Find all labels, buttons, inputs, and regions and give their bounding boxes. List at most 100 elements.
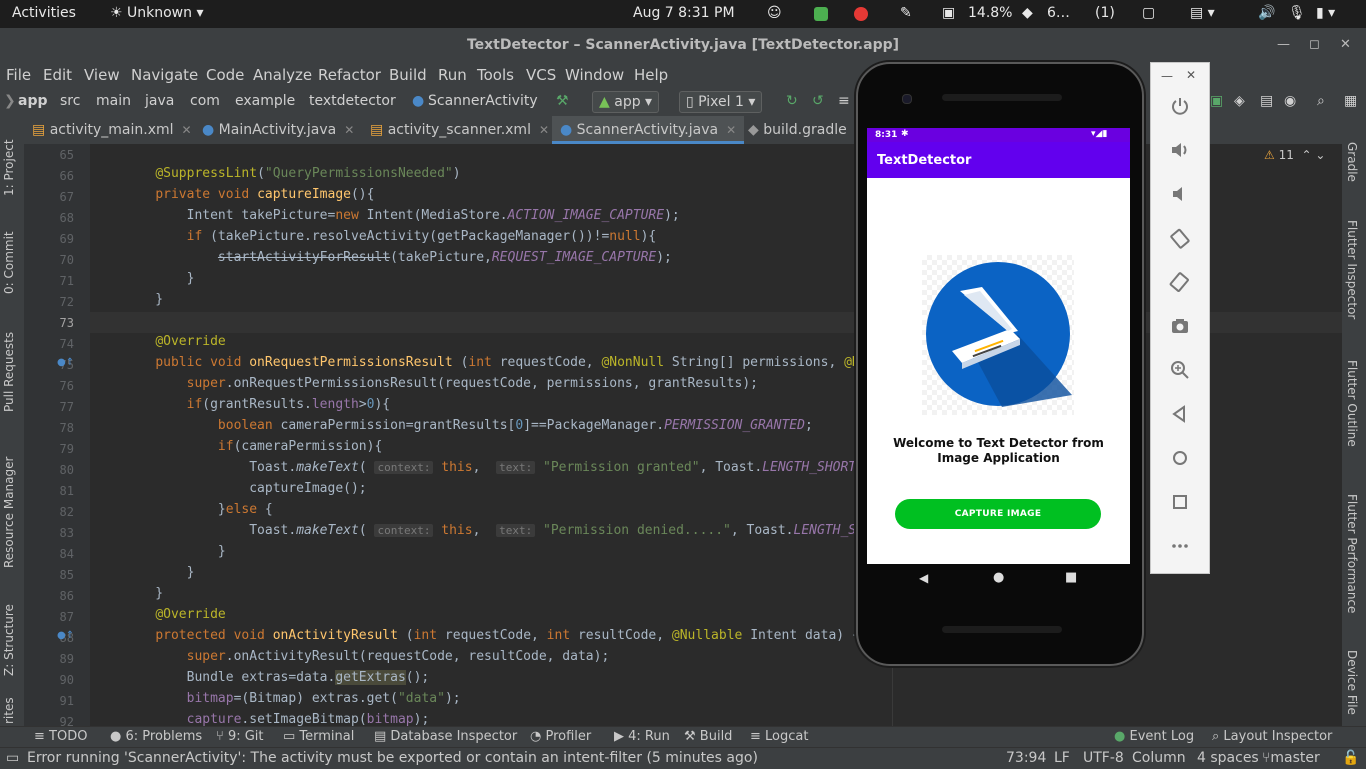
apply-code-icon[interactable]: ↺ — [812, 93, 824, 109]
todo-tool[interactable]: ≡ TODO — [34, 729, 87, 744]
avd-icon[interactable]: ▤ — [1260, 93, 1273, 109]
favorites-tool[interactable]: rites — [2, 694, 22, 724]
maximize-icon[interactable]: ◻ — [1309, 37, 1320, 52]
clock[interactable]: Aug 7 8:31 PM — [633, 5, 735, 21]
menu-code[interactable]: Code — [206, 66, 244, 84]
menu-view[interactable]: View — [84, 66, 120, 84]
check-icon[interactable] — [814, 7, 828, 21]
camera-icon[interactable] — [1169, 315, 1191, 337]
terminal-tool[interactable]: ▭ Terminal — [283, 729, 354, 744]
breadcrumb-main[interactable]: main — [96, 93, 131, 109]
device-screen[interactable]: 8:31 ✱ ▾◢▮ TextDetector Welcome to Text … — [867, 128, 1130, 564]
breadcrumb-textdetector[interactable]: textdetector — [309, 93, 396, 109]
back-icon[interactable] — [1169, 403, 1191, 425]
menu-analyze[interactable]: Analyze — [253, 66, 312, 84]
breadcrumb-com[interactable]: com — [190, 93, 220, 109]
profiler-tool[interactable]: ◔ Profiler — [530, 729, 591, 744]
tab-activity-main[interactable]: ▤ activity_main.xml ✕ — [32, 116, 192, 144]
problems-tool[interactable]: ● 6: Problems — [110, 729, 202, 744]
notification-count[interactable]: (1) — [1095, 5, 1115, 21]
volume-up-icon[interactable] — [1169, 139, 1191, 161]
gradle-tool[interactable]: Gradle — [1345, 142, 1359, 192]
status-icon[interactable]: ▭ — [6, 750, 19, 766]
menu-run[interactable]: Run — [438, 66, 467, 84]
close-icon[interactable]: ✕ — [1340, 37, 1351, 52]
device-file-tool[interactable]: Device File — [1345, 650, 1359, 726]
breadcrumb-example[interactable]: example — [235, 93, 295, 109]
mic-icon[interactable]: 🎙 — [1288, 5, 1306, 21]
resource-manager-tool[interactable]: Resource Manager — [2, 438, 22, 568]
stop-icon[interactable] — [854, 7, 868, 21]
volume-icon[interactable]: 🔊 — [1258, 5, 1275, 21]
line-separator[interactable]: LF — [1054, 750, 1070, 766]
home-icon[interactable]: ● — [993, 570, 1004, 585]
override-gutter-icon[interactable]: ●↑ — [57, 357, 74, 368]
menu-help[interactable]: Help — [634, 66, 668, 84]
inspection-widget[interactable]: ⚠ 11 ⌃ ⌄ — [1264, 148, 1325, 162]
menu-refactor[interactable]: Refactor — [318, 66, 381, 84]
menu-build[interactable]: Build — [389, 66, 427, 84]
database-inspector-tool[interactable]: ▤ Database Inspector — [374, 729, 517, 744]
sdk-icon[interactable]: ◈ — [1234, 93, 1245, 109]
home-icon[interactable] — [1169, 447, 1191, 469]
tab-main-activity[interactable]: ● MainActivity.java ✕ — [202, 116, 354, 144]
recents-icon[interactable]: ■ — [1065, 570, 1077, 585]
breadcrumb-src[interactable]: src — [60, 93, 80, 109]
settings-icon[interactable]: ▦ — [1344, 93, 1357, 109]
menu-vcs[interactable]: VCS — [526, 66, 556, 84]
tray-icon[interactable]: ☺ — [767, 5, 782, 21]
file-encoding[interactable]: UTF-8 — [1083, 750, 1124, 766]
volume-down-icon[interactable] — [1169, 183, 1191, 205]
menu-icon[interactable]: ≡ — [838, 93, 850, 109]
hammer-icon[interactable]: ⚒ — [556, 93, 569, 109]
breadcrumb-app[interactable]: app — [18, 93, 48, 109]
lock-icon[interactable]: 🔓 — [1342, 750, 1359, 766]
capture-image-button[interactable]: CAPTURE IMAGE — [895, 499, 1101, 529]
pull-requests-tool[interactable]: Pull Requests — [2, 316, 22, 412]
back-icon[interactable]: ◀ — [919, 571, 928, 585]
structure-tool[interactable]: Z: Structure — [2, 590, 22, 676]
apply-changes-icon[interactable]: ↻ — [786, 93, 798, 109]
status-message[interactable]: Error running 'ScannerActivity': The act… — [27, 750, 758, 766]
search-icon[interactable]: ⌕ — [1317, 93, 1325, 109]
build-tool[interactable]: ⚒ Build — [684, 729, 732, 744]
minimize-icon[interactable]: — — [1161, 69, 1173, 83]
menu-edit[interactable]: Edit — [43, 66, 72, 84]
rotate-left-icon[interactable] — [1169, 227, 1191, 249]
override-gutter-icon[interactable]: ●↑ — [57, 630, 74, 641]
screenshot-icon[interactable]: ▢ — [1142, 5, 1155, 21]
power-icon[interactable] — [1169, 95, 1191, 117]
menu-navigate[interactable]: Navigate — [131, 66, 198, 84]
clipboard-icon[interactable]: ▤ ▾ — [1190, 5, 1215, 21]
flutter-inspector-tool[interactable]: Flutter Inspector — [1345, 220, 1359, 330]
tab-scanner-activity[interactable]: ● ScannerActivity.java ✕ — [552, 116, 745, 144]
close-icon[interactable]: ✕ — [1186, 68, 1196, 82]
flutter-performance-tool[interactable]: Flutter Performance — [1345, 494, 1359, 624]
project-tool[interactable]: 1: Project — [2, 126, 22, 196]
overview-icon[interactable] — [1169, 491, 1191, 513]
commit-tool[interactable]: 0: Commit — [2, 218, 22, 294]
tab-build-gradle[interactable]: ◆ build.gradle — [748, 116, 847, 144]
app-menu[interactable]: ☀ Unknown ▾ — [110, 5, 204, 21]
git-branch[interactable]: ⑂master — [1262, 750, 1320, 766]
battery-icon[interactable]: ▮ ▾ — [1316, 5, 1335, 21]
event-log-tool[interactable]: ● Event Log — [1114, 729, 1194, 744]
tab-activity-scanner[interactable]: ▤ activity_scanner.xml ✕ — [370, 116, 549, 144]
menu-tools[interactable]: Tools — [477, 66, 514, 84]
menu-file[interactable]: File — [6, 66, 31, 84]
logcat-tool[interactable]: ≡ Logcat — [750, 729, 808, 744]
toolbar-icon[interactable]: ▣ — [1210, 93, 1223, 109]
indent-setting[interactable]: 4 spaces — [1197, 750, 1259, 766]
activities-button[interactable]: Activities — [12, 5, 76, 21]
run-tool[interactable]: ▶ 4: Run — [614, 729, 670, 744]
pen-icon[interactable]: ✎ — [900, 5, 912, 21]
package-icon[interactable]: ◉ — [1284, 93, 1296, 109]
rotate-right-icon[interactable] — [1169, 271, 1191, 293]
caret-position[interactable]: 73:94 — [1006, 750, 1046, 766]
menu-window[interactable]: Window — [565, 66, 624, 84]
git-tool[interactable]: ⑂ 9: Git — [216, 729, 264, 744]
breadcrumb-java[interactable]: java — [145, 93, 174, 109]
minimize-icon[interactable]: — — [1277, 37, 1290, 52]
breadcrumb-scanneractivity[interactable]: ScannerActivity — [428, 93, 538, 109]
more-icon[interactable] — [1169, 535, 1191, 557]
